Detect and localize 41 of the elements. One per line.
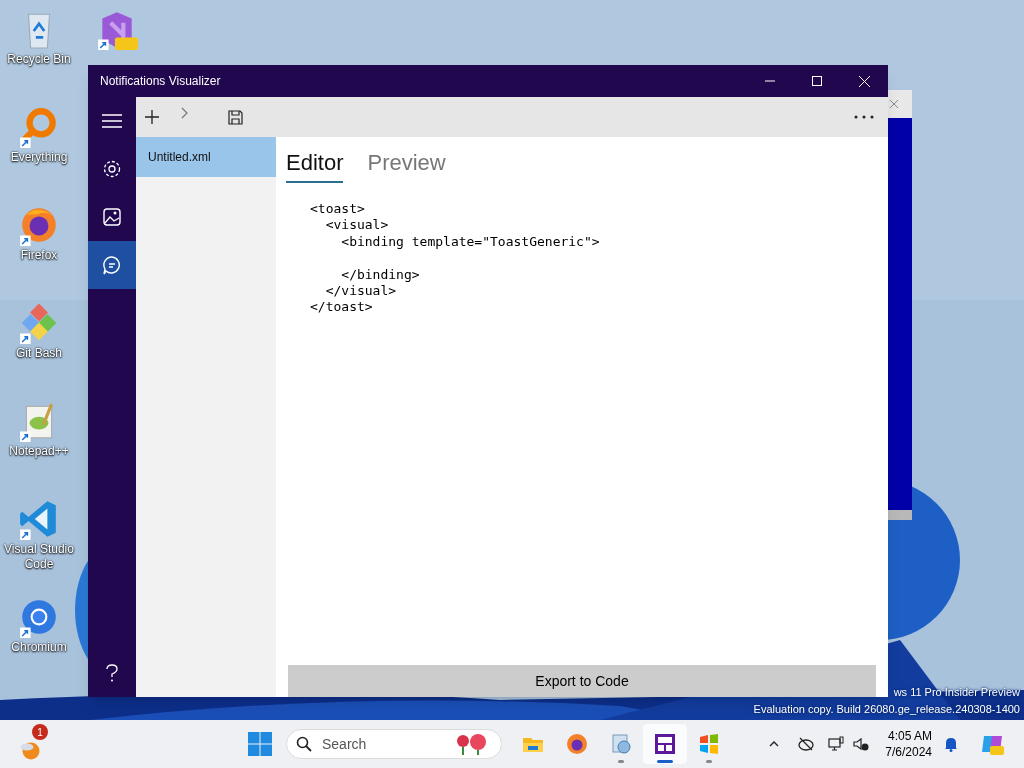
icon-label: Recycle Bin [7, 52, 71, 67]
icon-label: Everything [10, 150, 68, 165]
chat-icon [102, 255, 122, 275]
search-icon [296, 736, 312, 752]
clock-date[interactable]: 7/6/2024 [885, 744, 932, 760]
media-icon [609, 732, 633, 756]
help-icon[interactable] [106, 664, 118, 682]
code-editor-text[interactable]: <toast> <visual> <binding template="ToastGeneric"> </binding> </visual> </toast> [310, 201, 600, 316]
icon-label: Firefox [20, 248, 58, 263]
visualizer-icon [653, 732, 677, 756]
menu-icon[interactable] [102, 114, 122, 128]
tab[interactable]: Editor [286, 149, 344, 183]
more-icon[interactable] [854, 115, 874, 119]
icon-label: Notepad++ [9, 444, 69, 459]
export-to-code-button[interactable]: Export to Code [288, 665, 876, 697]
taskbar-app[interactable] [643, 724, 687, 764]
maximize-icon[interactable] [812, 76, 822, 86]
bell-icon[interactable] [944, 736, 958, 752]
watermark-text: Evaluation copy. Build 26080.ge_release.240308-1400 [753, 702, 1020, 717]
image-icon [102, 207, 122, 227]
add-icon[interactable] [145, 110, 159, 124]
clock-time[interactable]: 4:05 AM [887, 728, 932, 744]
notification-badge: 1 [32, 724, 48, 740]
icon-label: Visual Studio Code [4, 542, 74, 572]
chevron-up-icon[interactable] [769, 741, 780, 747]
volume-muted-icon[interactable] [853, 737, 870, 751]
tab[interactable]: Preview [367, 149, 446, 183]
search-field[interactable]: Search [286, 729, 502, 759]
settings-icon [102, 159, 122, 179]
cloud-off-icon[interactable] [798, 737, 815, 751]
firefox-icon [565, 732, 589, 756]
chevron-right-icon[interactable] [181, 107, 188, 119]
icon-label: Chromium [11, 640, 67, 655]
file-item[interactable]: Untitled.xml [136, 137, 276, 177]
nav-item[interactable] [88, 241, 136, 289]
icon-label: Git Bash [16, 346, 62, 361]
windows-logo-icon [697, 732, 721, 756]
network-icon[interactable] [828, 736, 845, 752]
start-icon[interactable] [248, 732, 272, 756]
window-title: Notifications Visualizer [100, 73, 222, 90]
save-icon[interactable] [228, 109, 243, 125]
